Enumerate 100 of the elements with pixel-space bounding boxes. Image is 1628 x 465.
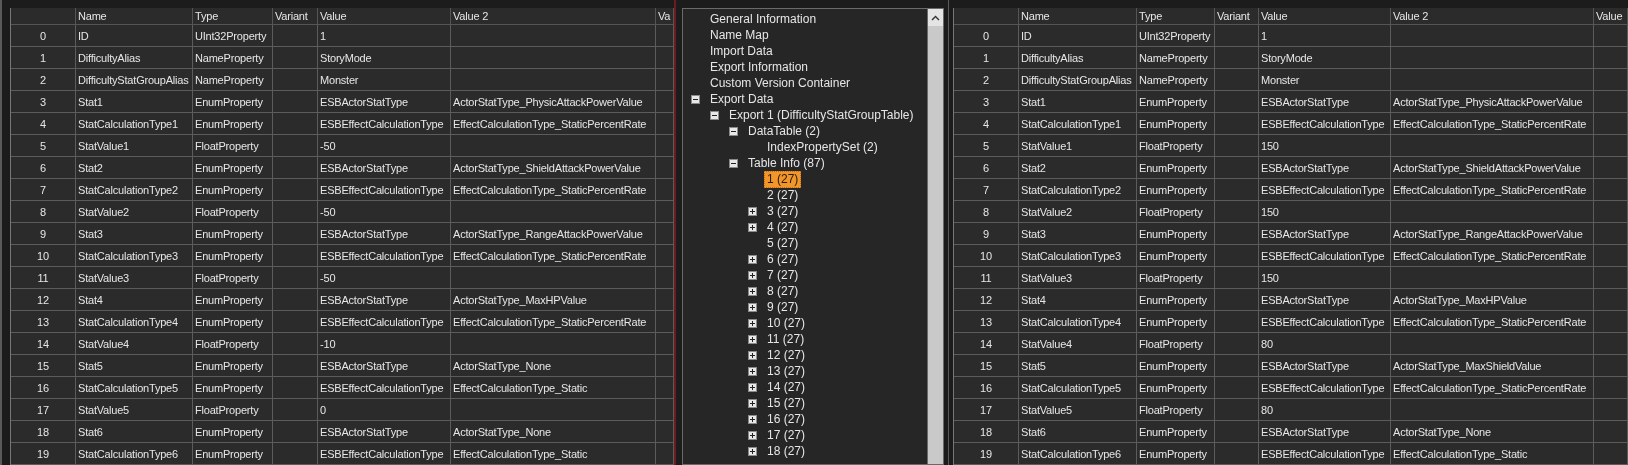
row-header-cell[interactable]: 18 [954,421,1019,443]
plus-box-icon[interactable] [748,334,757,344]
minus-box-icon[interactable] [729,126,738,136]
tree-item[interactable]: 5 (27) [764,234,802,252]
tree-item[interactable]: DataTable (2) [745,122,824,140]
row-header-cell[interactable]: 6 [11,157,76,179]
row-header-cell[interactable]: 3 [954,91,1019,113]
row-header-cell[interactable]: 4 [954,113,1019,135]
row-header-cell[interactable]: 8 [954,201,1019,223]
row-header-cell[interactable]: 17 [954,399,1019,421]
column-header[interactable]: Value 2 [451,8,656,25]
tree-item[interactable]: Import Data [707,42,776,60]
row-header-cell[interactable]: 5 [954,135,1019,157]
row-header-cell[interactable]: 12 [11,289,76,311]
row-header-cell[interactable]: 10 [954,245,1019,267]
tree-item[interactable]: Table Info (87) [745,154,828,172]
column-header[interactable]: Value [1259,8,1391,25]
column-header[interactable]: Value [318,8,451,25]
row-header-cell[interactable]: 15 [11,355,76,377]
row-header-cell[interactable]: 5 [11,135,76,157]
plus-box-icon[interactable] [748,318,757,328]
plus-box-icon[interactable] [748,366,757,376]
plus-box-icon[interactable] [748,270,757,280]
row-header-cell[interactable]: 0 [11,25,76,47]
row-header-cell[interactable]: 19 [11,443,76,465]
row-header-cell[interactable]: 9 [11,223,76,245]
row-header-cell[interactable]: 9 [954,223,1019,245]
row-header-cell[interactable]: 16 [11,377,76,399]
tree-item[interactable]: Export 1 (DifficultyStatGroupTable) [726,106,917,124]
plus-box-icon[interactable] [748,382,757,392]
row-header-cell[interactable]: 1 [11,47,76,69]
tree-item[interactable]: 14 (27) [764,378,809,396]
tree-item[interactable]: 1 (27) [764,170,802,188]
row-header-cell[interactable]: 14 [954,333,1019,355]
tree-item[interactable]: 6 (27) [764,250,802,268]
tree-item[interactable]: General Information [707,10,820,28]
column-header[interactable]: Va [656,8,674,25]
row-header-cell[interactable]: 18 [11,421,76,443]
row-header-cell[interactable]: 0 [954,25,1019,47]
plus-box-icon[interactable] [748,254,757,264]
tree-item[interactable]: Export Data [707,90,777,108]
tree-item[interactable]: 12 (27) [764,346,809,364]
tree-item[interactable]: 4 (27) [764,218,802,236]
tree-item[interactable]: 17 (27) [764,426,809,444]
plus-box-icon[interactable] [748,446,757,456]
plus-box-icon[interactable] [748,350,757,360]
scrollbar[interactable] [927,8,944,465]
tree-item[interactable]: 18 (27) [764,442,809,460]
plus-box-icon[interactable] [748,414,757,424]
tree-item[interactable]: 3 (27) [764,202,802,220]
tree-item[interactable]: 2 (27) [764,186,802,204]
row-header-cell[interactable]: 12 [954,289,1019,311]
tree-item[interactable]: Export Information [707,58,812,76]
column-header[interactable]: Type [193,8,273,25]
scroll-up-button[interactable] [928,9,943,26]
minus-box-icon[interactable] [691,94,700,104]
tree-item[interactable]: 7 (27) [764,266,802,284]
tree-item[interactable]: Custom Version Container [707,74,854,92]
tree-item[interactable]: IndexPropertySet (2) [764,138,881,156]
row-header-cell[interactable]: 15 [954,355,1019,377]
plus-box-icon[interactable] [748,206,757,216]
column-header[interactable]: Value 2 [1391,8,1594,25]
row-header-cell[interactable]: 13 [954,311,1019,333]
plus-box-icon[interactable] [748,302,757,312]
plus-box-icon[interactable] [748,222,757,232]
row-header-cell[interactable]: 14 [11,333,76,355]
row-header-cell[interactable]: 4 [11,113,76,135]
column-header[interactable]: Value [1594,8,1628,25]
row-header-cell[interactable]: 1 [954,47,1019,69]
column-header[interactable]: Name [1019,8,1137,25]
tree-item[interactable]: 13 (27) [764,362,809,380]
column-header[interactable]: Variant [1215,8,1259,25]
row-header-cell[interactable]: 13 [11,311,76,333]
minus-box-icon[interactable] [710,110,719,120]
tree-item[interactable]: 8 (27) [764,282,802,300]
row-header-cell[interactable]: 8 [11,201,76,223]
row-header-cell[interactable]: 2 [954,69,1019,91]
minus-box-icon[interactable] [729,158,738,168]
row-header-cell[interactable]: 11 [954,267,1019,289]
tree-item[interactable]: Name Map [707,26,772,44]
row-header-cell[interactable]: 2 [11,69,76,91]
plus-box-icon[interactable] [748,398,757,408]
tree-item[interactable]: 15 (27) [764,394,809,412]
tree-item[interactable]: 9 (27) [764,298,802,316]
row-header-cell[interactable]: 10 [11,245,76,267]
tree-item[interactable]: 11 (27) [764,330,808,348]
row-header-cell[interactable]: 16 [954,377,1019,399]
column-header[interactable]: Name [76,8,193,25]
tree-item[interactable]: 16 (27) [764,410,809,428]
row-header-cell[interactable]: 6 [954,157,1019,179]
row-header-cell[interactable]: 17 [11,399,76,421]
row-header-cell[interactable]: 7 [954,179,1019,201]
column-header[interactable]: Variant [273,8,318,25]
row-header-cell[interactable]: 7 [11,179,76,201]
plus-box-icon[interactable] [748,286,757,296]
row-header-cell[interactable]: 11 [11,267,76,289]
row-header-cell[interactable]: 19 [954,443,1019,465]
plus-box-icon[interactable] [748,430,757,440]
tree-item[interactable]: 10 (27) [764,314,809,332]
row-header-cell[interactable]: 3 [11,91,76,113]
